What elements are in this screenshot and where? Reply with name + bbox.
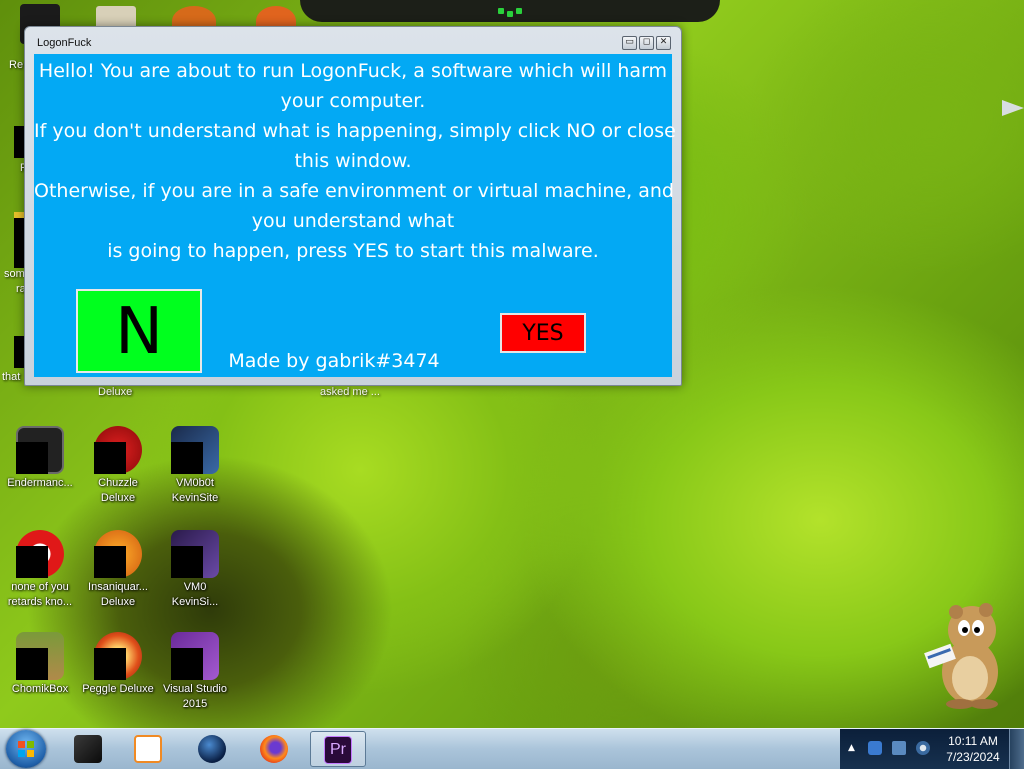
desktop-icon-visual-studio[interactable]: Visual Studio 2015 [155,632,235,712]
desktop-icon-label: Deluxe [100,596,136,608]
desktop-icon-label: asked me ... [320,386,380,398]
redacted-overlay [94,648,126,680]
desktop-icon-vm0[interactable]: VM0 KevinSi... [155,530,235,610]
message-line: If you don't understand what is happenin… [34,120,676,142]
desktop-icon-chomikbox[interactable]: ChomikBox [0,632,80,697]
indicator-light [498,8,504,14]
clock-time: 10:11 AM [948,734,998,748]
windows-logo-icon [18,741,34,757]
desktop-icon-label: Peggle Deluxe [82,683,154,695]
desktop-icon-label: som [4,268,25,280]
hamster-mascot [924,603,998,709]
desktop-icon-chuzzle[interactable]: Chuzzle Deluxe [78,426,158,506]
desktop-icon-label: Deluxe [100,492,136,504]
redacted-overlay [94,546,126,578]
desktop-icon-vm0b0t[interactable]: VM0b0t KevinSite [155,426,235,506]
start-button[interactable] [6,730,46,768]
desktop-icon-label: that [2,371,21,383]
redacted-overlay [16,648,48,680]
globe-icon [198,735,226,763]
redacted-overlay [171,546,203,578]
indicator-light [507,11,513,17]
dark-box-icon [74,735,102,763]
yes-button[interactable]: YES [500,313,586,353]
taskbar-app-globe[interactable] [188,731,238,767]
message-line: your computer. [280,90,426,112]
desktop-icon-label: 2015 [182,698,208,710]
desktop-icon-label: Endermanc... [7,477,73,489]
desktop-icon-none-of-you[interactable]: none of you retards kno... [0,530,80,610]
desktop-icon-label: VM0 [183,581,207,593]
maximize-button[interactable]: ◻ [639,36,654,50]
taskbar-app-firefox[interactable] [250,731,300,767]
desktop-icon-label: Insaniquar... [88,581,148,593]
taskbar-app-dark-box[interactable] [64,731,114,767]
message-line: Hello! You are about to run LogonFuck, a… [38,60,668,82]
desktop-icon-label: Visual Studio [162,683,227,695]
redacted-overlay [16,442,48,474]
taskbar: Pr ▲ 10:11 AM 7/23/2024 [0,728,1024,769]
firefox-icon [260,735,288,763]
logonfuck-dialog[interactable]: LogonFuck ▭ ◻ ✕ Hello! You are about to … [24,26,682,386]
desktop-icon-endermanch[interactable]: Endermanc... [0,426,80,491]
action-center-icon[interactable] [892,741,906,755]
window-titlebar[interactable]: LogonFuck ▭ ◻ ✕ [25,27,681,57]
desktop-top-gadget [300,0,720,22]
volume-icon[interactable] [916,741,930,755]
warning-message: Hello! You are about to run LogonFuck, a… [34,56,676,266]
desktop-icon-label: KevinSi... [171,596,219,608]
system-clock[interactable]: 10:11 AM 7/23/2024 [944,733,1002,765]
desktop-icon-label: Re [9,59,24,71]
message-line: Otherwise, if you are in a safe environm… [34,180,674,202]
window-title: LogonFuck [37,37,92,49]
author-credit: Made by gabrik#3474 [228,350,440,372]
taskbar-app-premiere[interactable]: Pr [310,731,366,767]
message-line: you understand what [251,210,455,232]
clock-date: 7/23/2024 [946,750,1000,764]
media-player-icon [134,735,162,763]
indicator-light [516,8,522,14]
dialog-content: Hello! You are about to run LogonFuck, a… [34,54,676,377]
desktop-icon-label: Deluxe [98,386,133,398]
redacted-overlay [171,442,203,474]
redacted-overlay [16,546,48,578]
desktop-icon-label: none of you [11,581,69,593]
desktop-icon-label: retards kno... [7,596,73,608]
system-tray: ▲ 10:11 AM 7/23/2024 [840,729,1024,769]
show-desktop-button[interactable] [1009,729,1024,769]
desktop-icon-peggle[interactable]: Peggle Deluxe [78,632,158,697]
minimize-button[interactable]: ▭ [622,36,637,50]
message-line: this window. [294,150,412,172]
network-icon[interactable] [868,741,882,755]
desktop-icon-label: Chuzzle [98,477,138,489]
desktop-icon-insaniquarium[interactable]: Insaniquar... Deluxe [78,530,158,610]
desktop-icon-label: VM0b0t [176,477,214,489]
redacted-overlay [94,442,126,474]
paper-plane-icon [1002,100,1024,116]
desktop-icon-label: KevinSite [171,492,219,504]
premiere-icon: Pr [324,736,352,764]
show-hidden-icons-button[interactable]: ▲ [848,743,855,753]
redacted-overlay [171,648,203,680]
close-button[interactable]: ✕ [656,36,671,50]
desktop-icon-label: ChomikBox [11,683,69,695]
message-line: is going to happen, press YES to start t… [107,240,599,262]
taskbar-app-media-player[interactable] [124,731,174,767]
